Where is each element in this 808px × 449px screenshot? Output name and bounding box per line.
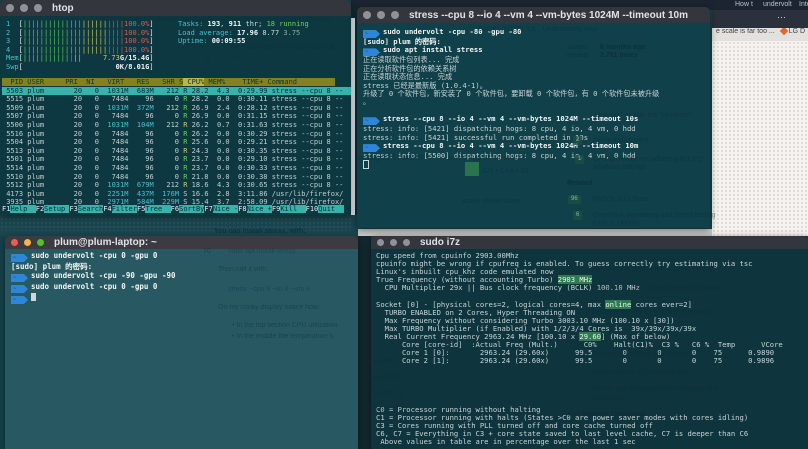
window-title: sudo i7z xyxy=(420,237,461,248)
terminal-line: Core 2 [1]: 2963.24 (29.60x) 99.5 0 0 0 … xyxy=(376,356,775,366)
terminal-line: 升级了 0 个软件包，新安装了 0 个软件包，要卸载 0 个软件包，有 0 个软… xyxy=(363,89,660,99)
terminal-line: 5514 plum 20 0 7484 96 0 R 23.7 0.0 0:30… xyxy=(2,163,344,172)
terminal-line: CPU Multiplier 29x || Bus clock frequenc… xyxy=(376,283,640,293)
terminal-line: 3 [||||||||||||||||||||||||100.0%] xyxy=(6,37,154,46)
i7z-terminal-output[interactable]: Cpu speed from cpuinfo 2903.00Mhz cpuinfo… xyxy=(376,251,783,447)
terminal-line: 5509 plum 20 0 1031M 372M 212 R 26.9 2.4… xyxy=(2,103,344,112)
terminal-line: 5501 plum 20 0 7484 96 0 R 23.7 0.0 0:29… xyxy=(2,155,344,164)
stress-titlebar[interactable]: stress --cpu 8 --io 4 --vm 4 --vm-bytes … xyxy=(357,7,710,23)
terminal-line: 5503 plum 20 0 1031M 683M 212 R 28.2 4.3… xyxy=(2,86,351,96)
terminal-line: 5516 plum 20 0 7484 96 0 R 26.2 0.0 0:30… xyxy=(2,129,344,138)
terminal-line: Mem[|||||||||||||| 7.73G/15.4G] xyxy=(6,54,154,63)
terminal-line: 1 [||||||||||||||||||||||||100.0%] xyxy=(6,20,154,28)
windows-layer: htop 1 [||||||||||||||||||||||||100.0%] 2… xyxy=(0,0,808,449)
window-htop: htop 1 [||||||||||||||||||||||||100.0%] 2… xyxy=(0,0,351,215)
i7z-titlebar[interactable]: sudo i7z xyxy=(371,236,808,249)
maximize-button-icon[interactable] xyxy=(391,11,399,19)
minimize-button-icon[interactable] xyxy=(377,11,385,19)
window-title: htop xyxy=(52,2,74,14)
terminal-line: ~ xyxy=(11,293,176,304)
window-i7z: sudo i7z Cpu speed from cpuinfo 2903.00M… xyxy=(371,236,808,449)
close-button-icon[interactable] xyxy=(377,239,384,246)
window-local-terminal: plum@plum-laptop: ~ ~ sudo undervolt -cpu… xyxy=(5,236,358,449)
terminal-line xyxy=(363,160,659,170)
terminal-line: 2 [||||||||||||||||||||||||100.0%] xyxy=(6,28,154,37)
local-terminal-output[interactable]: ~ sudo undervolt -cpu 0 -gpu 0 [sudo] plum… xyxy=(11,251,176,304)
terminal-line: ~ sudo undervolt -cpu 0 -gpu 0 xyxy=(11,282,158,293)
close-button-icon[interactable] xyxy=(363,11,371,19)
local-titlebar[interactable]: plum@plum-laptop: ~ xyxy=(5,236,358,249)
minimize-button-icon[interactable] xyxy=(20,4,28,12)
terminal-line: stress: info: [5500] dispatching hogs: 8… xyxy=(363,151,636,161)
terminal-line: 5507 plum 20 0 7484 96 0 R 26.9 0.0 0:31… xyxy=(2,112,344,121)
terminal-line: Uptime: 00:09:55 xyxy=(178,37,246,46)
terminal-line: 。 xyxy=(363,97,371,107)
terminal-line: 4173 plum 20 0 2251M 437M 176M S 16.6 2.… xyxy=(2,189,344,198)
terminal-line: 5513 plum 20 0 7484 96 0 R 24.3 0.0 0:30… xyxy=(2,146,344,155)
stress-terminal-output[interactable]: ~ sudo undervolt -cpu -80 -gpu -80 [sudo] … xyxy=(363,27,660,171)
terminal-line: Load average: 17.96 8.77 3.75 xyxy=(178,28,301,37)
window-stress-terminal: stress --cpu 8 --io 4 --vm 4 --vm-bytes … xyxy=(357,7,710,228)
htop-tasks-load-uptime: Tasks: 193, 911 thr; 18 running Load aver… xyxy=(178,20,309,46)
maximize-button-icon[interactable] xyxy=(37,239,44,246)
terminal-line: 5510 plum 20 0 7484 96 0 R 21.8 0.0 0:30… xyxy=(2,172,344,181)
window-title: stress --cpu 8 --io 4 --vm 4 --vm-bytes … xyxy=(409,9,688,21)
terminal-line: [sudo] plum 的密码: xyxy=(11,262,93,271)
close-button-icon[interactable] xyxy=(6,4,14,12)
terminal-line: Above values in table are in percentage … xyxy=(376,437,636,447)
terminal-line: PID USER PRI NI VIRT RES SHR S CPU% MEM%… xyxy=(2,78,335,86)
terminal-line: F1Help F2Setup F3SearchF4FilterF5Tree F6… xyxy=(2,205,344,213)
maximize-button-icon[interactable] xyxy=(403,239,410,246)
terminal-line: 5506 plum 20 0 1031M 104M 212 R 26.2 0.7… xyxy=(2,120,344,129)
htop-cpu-memory-meters: 1 [||||||||||||||||||||||||100.0%] 2 [|||… xyxy=(6,20,154,72)
close-button-icon[interactable] xyxy=(11,239,18,246)
terminal-line: ~ sudo undervolt -cpu -90 -gpu -90 xyxy=(11,271,176,282)
terminal-line: 5504 plum 20 0 7484 96 0 R 25.6 0.0 0:29… xyxy=(2,138,344,147)
maximize-button-icon[interactable] xyxy=(34,4,42,12)
htop-titlebar[interactable]: htop xyxy=(0,0,351,16)
terminal-line: 5515 plum 20 0 7484 96 0 R 28.2 0.0 0:30… xyxy=(2,95,344,104)
minimize-button-icon[interactable] xyxy=(390,239,397,246)
htop-function-key-bar[interactable]: F1Help F2Setup F3SearchF4FilterF5Tree F6… xyxy=(2,205,344,214)
terminal-line: 4 [||||||||||||||||||||||||100.0%] xyxy=(6,45,154,54)
terminal-line: Swp[ 0K/8.01G] xyxy=(6,62,154,71)
desktop-screen: How t undervolt Inte ⋯ e scale is far to… xyxy=(0,0,808,449)
minimize-button-icon[interactable] xyxy=(24,239,31,246)
terminal-line: ~ sudo undervolt -cpu 0 -gpu 0 xyxy=(11,251,158,262)
terminal-line: Tasks: 193, 911 thr; 18 running xyxy=(178,20,309,28)
window-title: plum@plum-laptop: ~ xyxy=(54,237,157,248)
htop-process-table[interactable]: PID USER PRI NI VIRT RES SHR S CPU% MEM%… xyxy=(2,78,351,207)
terminal-line: 5512 plum 20 0 1031M 679M 212 R 18.6 4.3… xyxy=(2,181,344,190)
